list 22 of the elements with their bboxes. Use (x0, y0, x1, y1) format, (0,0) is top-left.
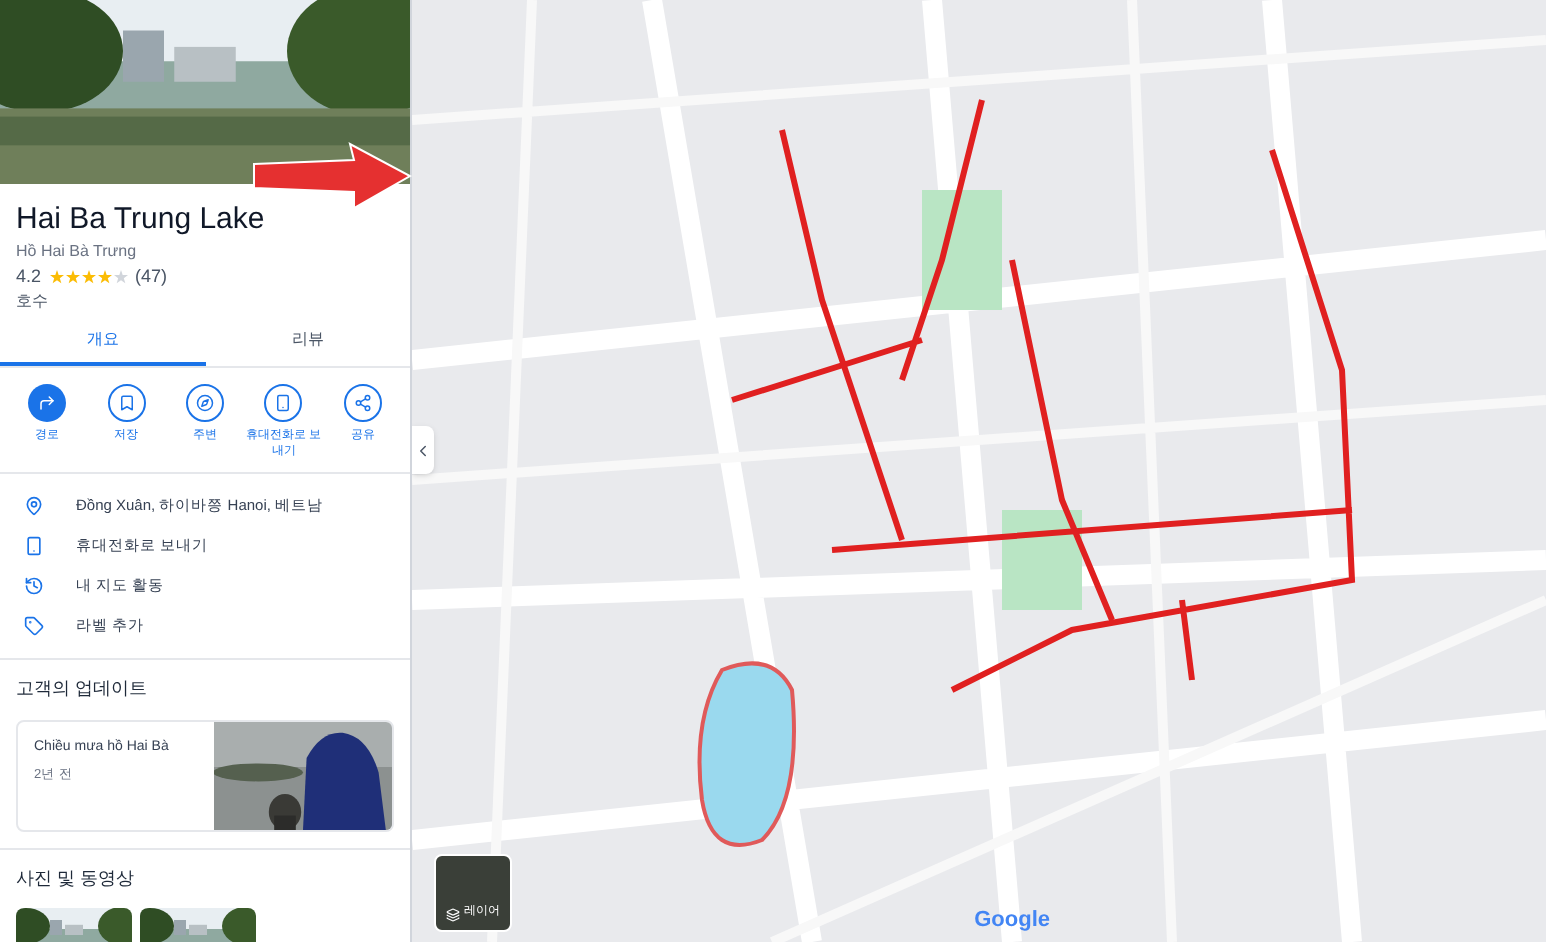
section-heading: 사진 및 동영상 (16, 865, 137, 891)
place-title: Hai Ba Trung Lake (16, 204, 267, 234)
map-logo: Google (974, 905, 1050, 935)
rating-value: 4.2 (16, 268, 42, 286)
review-count[interactable]: (47) (135, 268, 168, 286)
phone-icon (274, 394, 293, 412)
tab[interactable]: 개요 (0, 318, 205, 366)
compass-icon (195, 394, 214, 412)
location-pin-icon (24, 496, 44, 516)
section-heading: 고객의 업데이트 (16, 676, 150, 702)
tab[interactable]: 리뷰 (205, 318, 410, 366)
layers-icon (446, 908, 460, 922)
place-subtitle: Hồ Hai Bà Trưng (16, 244, 139, 260)
collapse-handle[interactable] (412, 426, 434, 474)
bookmark-icon (117, 394, 136, 412)
label-icon (24, 616, 44, 636)
phone-icon (24, 536, 44, 556)
share-icon (353, 394, 372, 412)
place-category: 호수 (16, 294, 50, 310)
history-icon (24, 576, 44, 596)
directions-icon (38, 394, 57, 412)
chevron-left-icon (414, 441, 432, 459)
